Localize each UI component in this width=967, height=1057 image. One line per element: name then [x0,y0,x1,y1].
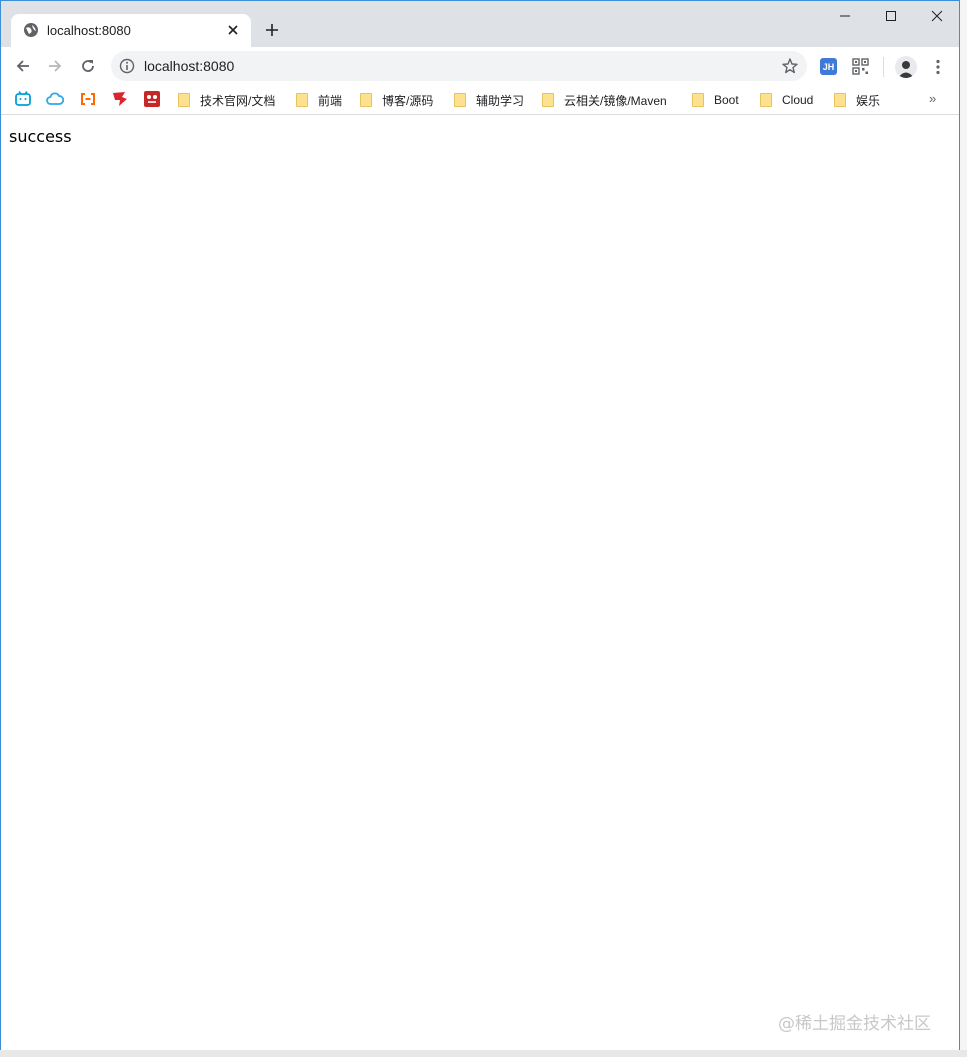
toolbar-separator [883,57,884,77]
star-icon[interactable] [781,57,799,75]
bookmark-folder-docs[interactable]: 技术官网/文档 [178,90,275,110]
forward-button[interactable] [43,54,67,78]
tab-title: localhost:8080 [47,23,131,38]
bookmark-folder-cloud-mirror[interactable]: 云相关/镜像/Maven [542,90,667,110]
url-text[interactable]: localhost:8080 [144,58,234,74]
avatar[interactable] [895,56,917,78]
maximize-button[interactable] [869,5,913,27]
aliyun-icon[interactable] [79,90,97,108]
folder-icon [178,93,190,107]
folder-icon [542,93,554,107]
bookmark-folder-blog[interactable]: 博客/源码 [360,90,433,110]
qr-code-icon[interactable] [852,58,869,75]
bookmarks-bar: 技术官网/文档 前端 博客/源码 辅助学习 云相关/镜像/Maven Boot … [1,85,959,115]
bookmark-folder-frontend[interactable]: 前端 [296,90,342,110]
page-content: success [1,116,959,1050]
toolbar: localhost:8080 [1,47,959,85]
page-body-text: success [9,127,72,146]
bookmark-folder-entertainment[interactable]: 娱乐 [834,90,880,110]
reload-button[interactable] [76,54,100,78]
background-window-edge [960,0,967,1057]
cloud-icon[interactable] [46,90,64,108]
back-button[interactable] [11,54,35,78]
folder-icon [296,93,308,107]
folder-icon [692,93,704,107]
close-icon[interactable] [223,20,243,40]
tab-localhost[interactable]: localhost:8080 [11,14,251,47]
jh-extension-icon[interactable]: JH [820,58,837,75]
red-app-icon[interactable] [143,90,161,108]
folder-icon [454,93,466,107]
bookmark-folder-learning[interactable]: 辅助学习 [454,90,524,110]
browser-window: localhost:8080 localhost:8080 JH 技术官网/文档… [0,0,960,1050]
tab-strip: localhost:8080 [1,1,959,47]
minimize-button[interactable] [823,5,867,27]
bookmark-folder-boot[interactable]: Boot [692,90,739,110]
info-icon[interactable] [119,58,135,74]
bilibili-icon[interactable] [14,90,32,108]
address-bar[interactable]: localhost:8080 [111,51,807,81]
ruoyi-icon[interactable] [111,90,129,108]
folder-icon [834,93,846,107]
watermark: @稀土掘金技术社区 [778,1014,931,1034]
background-taskbar-edge [0,1050,967,1057]
globe-icon [23,22,39,38]
new-tab-button[interactable] [262,20,282,40]
bookmark-folder-cloud[interactable]: Cloud [760,90,813,110]
folder-icon [760,93,772,107]
kebab-menu-icon[interactable] [928,57,948,77]
bookmarks-overflow-button[interactable]: » [929,91,936,106]
folder-icon [360,93,372,107]
window-close-button[interactable] [915,5,959,27]
